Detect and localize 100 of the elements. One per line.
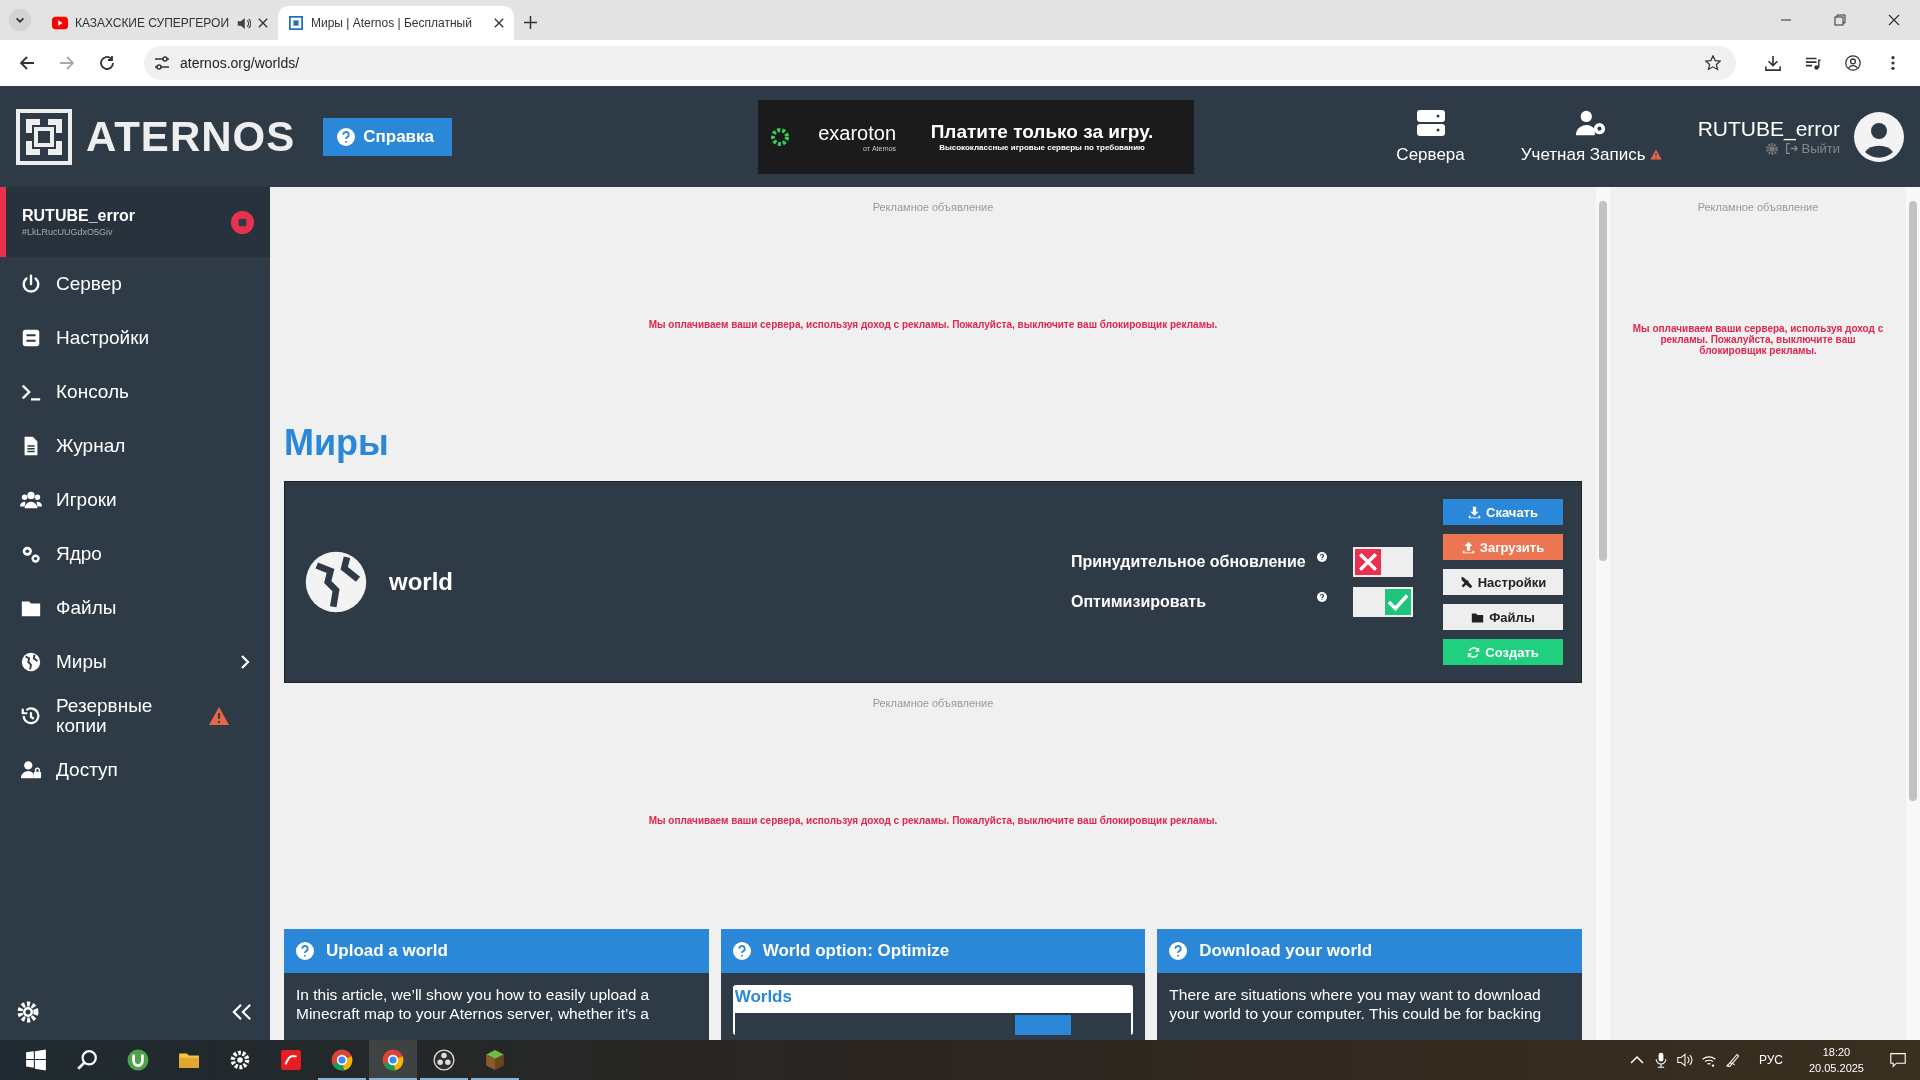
avatar-icon[interactable] [1854, 111, 1904, 162]
tab-title: КАЗАХСКИЕ СУПЕРГЕРОИ [75, 16, 230, 30]
sidebar-item[interactable]: Настройки [0, 311, 270, 365]
ad-label: Рекламное объявление [872, 201, 994, 213]
download-icon [1468, 505, 1482, 519]
nav-link[interactable]: Сервера [1396, 108, 1465, 165]
download-icon[interactable] [1765, 55, 1781, 71]
sidebar-label: Файлы [56, 598, 118, 618]
adblock-notice: Мы оплачиваем ваши сервера, используя доход с рекламы. Пожалуйста, выключите ваш блокировщик рекламы. [648, 815, 1218, 826]
sidebar-item[interactable]: Резервные копии [0, 689, 270, 743]
toggle-switch[interactable] [1353, 547, 1413, 577]
article-card[interactable]: Upload a world In this article, we’ll show you how to easily upload a Minecraft map to your Aternos server, whether it’s a [284, 929, 709, 1040]
sidebar-item[interactable]: Миры [0, 635, 270, 689]
close-icon[interactable] [1888, 14, 1900, 26]
profile-icon[interactable] [1845, 55, 1861, 71]
sidebar-item[interactable]: Консоль [0, 365, 270, 419]
scrollbar[interactable] [1906, 187, 1920, 1040]
sidebar-label: Резервные копии [56, 696, 154, 736]
reload-icon[interactable] [99, 55, 115, 71]
article-title[interactable]: Upload a world [326, 941, 448, 961]
world-action-button[interactable]: Файлы [1443, 604, 1563, 630]
toggle-switch[interactable] [1353, 587, 1413, 617]
logo-icon[interactable] [16, 108, 72, 165]
upload-icon [1461, 540, 1475, 554]
stop-icon[interactable] [231, 210, 254, 234]
article-text: There are situations where you may want to download your world to your computer. This could be for backing [1169, 985, 1543, 1023]
video-favicon-icon [52, 16, 68, 30]
world-action-button[interactable]: Скачать [1443, 499, 1563, 525]
tab-search-icon[interactable] [8, 8, 32, 32]
sidebar-item[interactable]: Игроки [0, 473, 270, 527]
warning-icon [208, 706, 230, 726]
article-text: In this article, we’ll show you how to easily upload a Minecraft map to your Aternos server, whether it’s a [296, 985, 651, 1023]
article-card[interactable]: World option: Optimize Worlds [720, 929, 1146, 1040]
banner-headline: Платите только за игру. [930, 121, 1154, 143]
new-tab-icon[interactable] [524, 16, 537, 29]
world-action-button[interactable]: Настройки [1443, 569, 1563, 595]
option-label: Оптимизировать [1071, 593, 1207, 611]
history-icon [20, 705, 42, 727]
power-icon [20, 273, 42, 295]
restore-icon[interactable] [1834, 14, 1846, 26]
speaker-icon[interactable] [237, 16, 251, 30]
help-icon[interactable] [1317, 552, 1327, 562]
help-button[interactable]: Справка [323, 117, 453, 156]
collapse-icon[interactable] [232, 1002, 252, 1022]
pen-icon[interactable] [1724, 1052, 1741, 1068]
world-name: world [389, 568, 453, 596]
logout-icon [1784, 142, 1798, 155]
adblock-notice: Мы оплачиваем ваши сервера, используя доход с рекламы. Пожалуйста, выключите ваш блокировщик рекламы. [648, 319, 1218, 330]
ad-label: Рекламное объявление [872, 697, 994, 709]
close-icon[interactable] [258, 18, 268, 28]
sidebar-label: Игроки [56, 490, 118, 510]
article-title[interactable]: Download your world [1199, 941, 1373, 961]
chevron-icon [240, 654, 250, 670]
option-label: Принудительное обновление [1071, 553, 1307, 571]
aternos-favicon-icon [288, 16, 304, 30]
address-bar[interactable]: aternos.org/worlds/ [144, 46, 1736, 80]
sliders-icon [20, 327, 42, 349]
user-gear-icon [1575, 108, 1608, 137]
warning-icon [1649, 149, 1662, 160]
ad-label: Рекламное объявление [1697, 201, 1819, 213]
star-icon[interactable] [1705, 55, 1721, 71]
clock[interactable]: 18:20 20.05.2025 [1808, 1044, 1864, 1076]
gear-icon [770, 126, 791, 147]
site-settings-icon[interactable] [154, 55, 170, 71]
notification-icon[interactable] [1890, 1052, 1906, 1068]
sidebar-item[interactable]: Сервер [0, 257, 270, 311]
article-card[interactable]: Download your world There are situations where you may want to download your world to your computer. This could be for backing [1157, 929, 1582, 1040]
help-icon [337, 127, 356, 146]
sidebar-label: Журнал [56, 436, 127, 456]
media-queue-icon[interactable] [1805, 55, 1821, 71]
browser-tab[interactable]: Миры | Aternos | Бесплатный [278, 6, 514, 40]
browser-icon[interactable] [369, 1040, 417, 1080]
help-icon[interactable] [1317, 592, 1327, 602]
site-logo-text[interactable]: ATERNOS [86, 112, 296, 161]
panel-button [1015, 1015, 1072, 1035]
scrollbar[interactable] [1596, 187, 1610, 1040]
sidebar-item[interactable]: Файлы [0, 581, 270, 635]
input-language[interactable]: РУС [1758, 1053, 1783, 1067]
users-icon [20, 489, 42, 511]
volume-icon[interactable] [1676, 1052, 1693, 1068]
sidebar-item[interactable]: Журнал [0, 419, 270, 473]
panel-title: Worlds [734, 987, 793, 1007]
back-icon[interactable] [19, 55, 35, 71]
server-panel[interactable]: RUTUBE_error #LkLRucUUGdxO5Giv [0, 187, 270, 257]
sidebar-label: Консоль [56, 382, 130, 402]
server-id: #LkLRucUUGdxO5Giv [22, 227, 114, 237]
folder-icon [1471, 610, 1485, 624]
brand-name: exaroton [818, 121, 897, 145]
sidebar-item[interactable]: Доступ [0, 743, 270, 797]
userlock-icon [20, 759, 42, 781]
page-title: Миры [284, 423, 390, 463]
sidebar-label: Доступ [56, 760, 119, 780]
browser-tab[interactable]: КАЗАХСКИЕ СУПЕРГЕРОИ [42, 6, 278, 40]
sidebar-label: Настройки [56, 328, 151, 348]
sidebar-item[interactable]: Ядро [0, 527, 270, 581]
close-icon[interactable] [494, 18, 504, 28]
nav-link[interactable]: Учетная Запись [1520, 108, 1662, 165]
tab-title: Миры | Aternos | Бесплатный [311, 16, 473, 30]
refresh-icon [1467, 645, 1481, 659]
username: RUTUBE_error [1697, 117, 1840, 141]
